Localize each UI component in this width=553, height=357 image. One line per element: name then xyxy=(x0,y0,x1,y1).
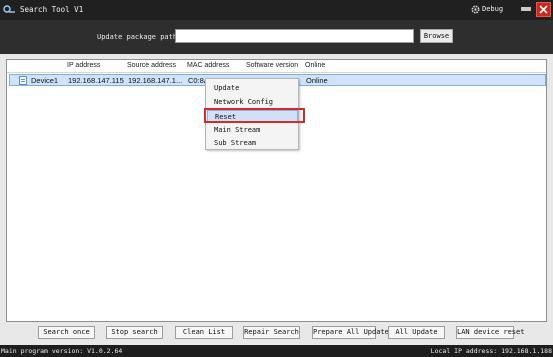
column-ip[interactable]: IP address xyxy=(67,62,100,69)
menu-item-main-stream[interactable]: Main Stream xyxy=(207,124,298,137)
action-bar: Search once Stop search Clean List Repai… xyxy=(0,325,553,342)
prepare-all-update-button[interactable]: Prepare All Update xyxy=(312,326,389,339)
status-bar: Main program version: V1.0.2.64 Local IP… xyxy=(0,345,553,357)
menu-item-update[interactable]: Update xyxy=(207,82,298,95)
device-source: 192.168.147.1... xyxy=(128,76,183,85)
column-version[interactable]: Software version xyxy=(246,62,298,69)
stop-search-button[interactable]: Stop search xyxy=(106,326,163,339)
column-source[interactable]: Source address xyxy=(127,62,176,69)
update-path-label: Update package path: xyxy=(97,33,182,41)
device-ip: 192.168.147.115 xyxy=(68,76,124,85)
minimize-icon[interactable] xyxy=(519,3,533,17)
local-ip: Local IP address: 192.168.1.188 xyxy=(430,347,552,355)
browse-button[interactable]: Browse xyxy=(420,29,453,43)
device-name: Device1 xyxy=(31,76,59,85)
highlight-box xyxy=(204,108,305,123)
device-icon xyxy=(19,76,27,85)
update-path-bar: Update package path: Browse xyxy=(0,20,553,54)
list-header: IP address Source address MAC address So… xyxy=(7,60,546,73)
lan-device-reset-button[interactable]: LAN device reset xyxy=(456,326,524,339)
column-online[interactable]: Online xyxy=(305,62,325,69)
close-icon[interactable] xyxy=(536,2,551,17)
all-update-button[interactable]: All Update xyxy=(388,326,445,339)
gear-icon[interactable] xyxy=(471,4,480,17)
program-version: Main program version: V1.0.2.64 xyxy=(1,347,123,355)
title-bar: Search Tool V1 Debug xyxy=(0,0,553,20)
debug-label[interactable]: Debug xyxy=(482,5,503,13)
menu-item-sub-stream[interactable]: Sub Stream xyxy=(207,137,298,150)
column-mac[interactable]: MAC address xyxy=(187,62,229,69)
clean-list-button[interactable]: Clean List xyxy=(175,326,233,339)
device-online: Online xyxy=(306,76,328,85)
repair-search-button[interactable]: Repair Search xyxy=(243,326,300,339)
app-logo-icon xyxy=(3,4,16,15)
search-once-button[interactable]: Search once xyxy=(38,326,95,339)
update-path-input[interactable] xyxy=(175,29,414,43)
window-title: Search Tool V1 xyxy=(20,5,84,14)
